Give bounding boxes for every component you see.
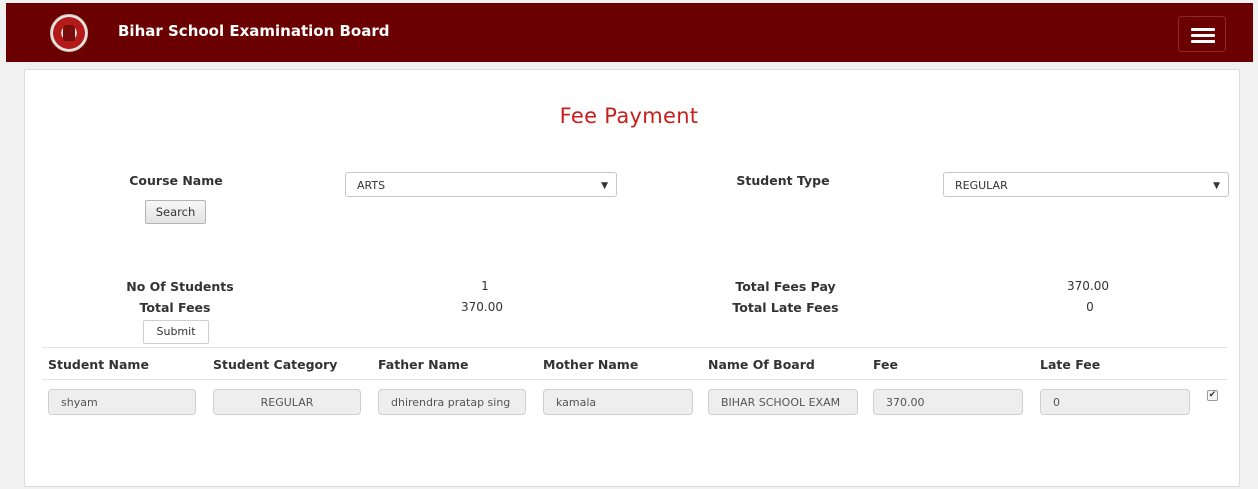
chevron-down-icon: ▼ — [1213, 181, 1220, 191]
table-top-divider — [42, 347, 1227, 348]
total-fees-label: Total Fees — [139, 300, 211, 315]
total-fees-pay-label: Total Fees Pay — [735, 279, 836, 294]
no-of-students-value: 1 — [481, 279, 489, 293]
submit-button[interactable]: Submit — [143, 320, 209, 344]
student-type-select[interactable]: REGULAR ▼ — [943, 172, 1229, 197]
course-name-value: ARTS — [357, 179, 386, 192]
total-late-fees-label: Total Late Fees — [732, 300, 839, 315]
top-navbar: Bihar School Examination Board — [6, 3, 1253, 62]
late-fee-field[interactable]: 0 — [1040, 389, 1190, 415]
brand-title[interactable]: Bihar School Examination Board — [118, 22, 389, 40]
father-name-field[interactable]: dhirendra pratap sing — [378, 389, 526, 415]
board-logo-icon — [50, 14, 88, 52]
hamburger-menu-button[interactable] — [1178, 16, 1226, 52]
table-header-divider — [42, 379, 1227, 380]
column-header-student-category: Student Category — [213, 357, 338, 372]
column-header-name-of-board: Name Of Board — [708, 357, 815, 372]
page-title: Fee Payment — [559, 104, 699, 128]
no-of-students-label: No Of Students — [126, 279, 234, 294]
student-category-field[interactable]: REGULAR — [213, 389, 361, 415]
column-header-father-name: Father Name — [378, 357, 469, 372]
chevron-down-icon: ▼ — [601, 181, 608, 191]
name-of-board-field[interactable]: BIHAR SCHOOL EXAM — [708, 389, 858, 415]
student-type-label: Student Type — [736, 173, 830, 188]
fee-field[interactable]: 370.00 — [873, 389, 1023, 415]
column-header-late-fee: Late Fee — [1040, 357, 1101, 372]
total-fees-pay-value: 370.00 — [1067, 279, 1109, 293]
column-header-student-name: Student Name — [48, 357, 149, 372]
total-fees-value: 370.00 — [461, 300, 503, 314]
search-button[interactable]: Search — [145, 200, 206, 224]
total-late-fees-value: 0 — [1086, 300, 1094, 314]
course-name-select[interactable]: ARTS ▼ — [345, 172, 617, 197]
content-panel — [24, 69, 1240, 487]
course-name-label: Course Name — [129, 173, 223, 188]
row-select-checkbox[interactable]: ✔ — [1207, 390, 1218, 401]
column-header-mother-name: Mother Name — [543, 357, 639, 372]
student-type-value: REGULAR — [955, 179, 1008, 192]
student-name-field[interactable]: shyam — [48, 389, 196, 415]
column-header-fee: Fee — [873, 357, 898, 372]
mother-name-field[interactable]: kamala — [543, 389, 693, 415]
